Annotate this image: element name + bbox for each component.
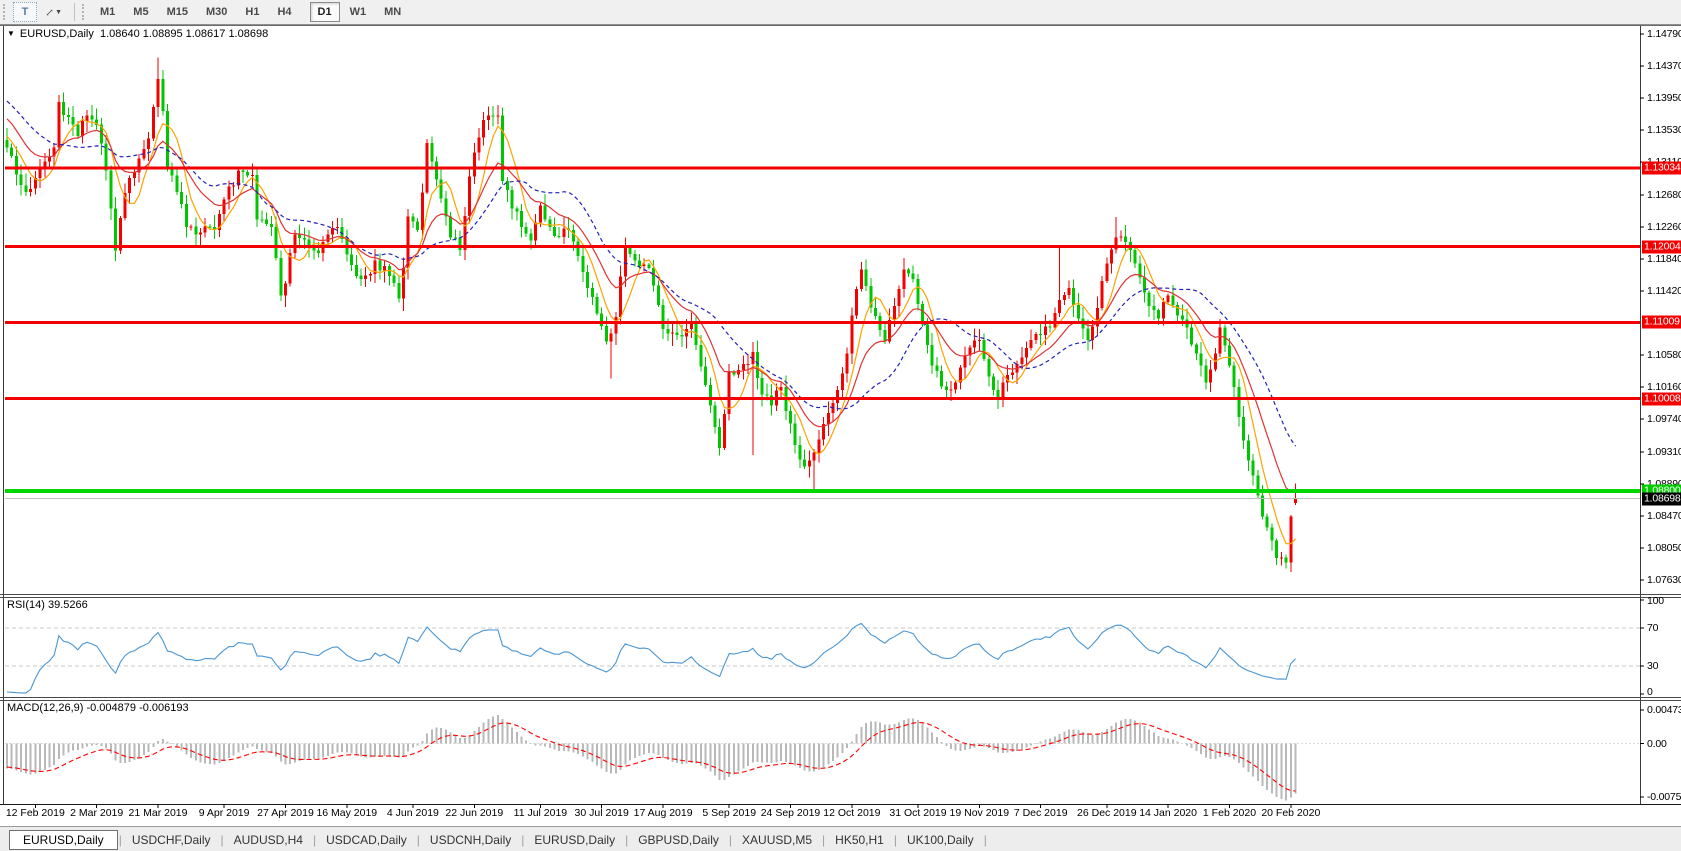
mt4-window: T ▼ M1 M5 M15 M30 H1 H4 D1 W1 MN ▼ EURUSD,Daily 1…	[0, 0, 1681, 851]
price-axis-label: 1.10580	[1647, 349, 1681, 362]
date-axis-label: 31 Oct 2019	[889, 807, 947, 819]
date-axis-label: 19 Nov 2019	[949, 807, 1010, 819]
macd-label: MACD(12,26,9) -0.004879 -0.006193	[7, 702, 189, 714]
price-axis-label: 1.13110	[1647, 156, 1681, 169]
date-axis-label: 24 Sep 2019	[760, 807, 821, 819]
date-axis-label: 2 Mar 2019	[70, 807, 124, 819]
text-tool-button[interactable]: T	[13, 2, 37, 22]
price-axis-label: 1.14790	[1647, 28, 1681, 40]
macd-axis-label: -0.00758	[1647, 791, 1681, 803]
price-axis-label: 1.12680	[1647, 188, 1681, 201]
timeframe-button-m5[interactable]: M5	[125, 2, 156, 22]
date-axis-label: 12 Feb 2019	[5, 807, 65, 819]
chart-tab[interactable]: UK100,Daily	[898, 832, 983, 848]
price-axis-label: 1.11420	[1647, 285, 1681, 297]
date-axis-label: 22 Jun 2019	[445, 807, 504, 819]
rsi-axis-label: 100	[1647, 595, 1664, 607]
resistance-price-label: 1.10008	[1642, 392, 1681, 406]
date-axis-label: 16 May 2019	[316, 807, 378, 819]
crosshair-tool-button[interactable]: ▼	[39, 2, 69, 22]
chart-tab[interactable]: USDCAD,Daily	[317, 832, 416, 848]
timeframe-button-h1[interactable]: H1	[237, 2, 267, 22]
diagonal-arrows-icon	[46, 9, 53, 15]
price-axis-label: 1.13530	[1647, 124, 1681, 137]
date-axis-label: 7 Dec 2019	[1013, 807, 1068, 819]
current-price-label: 1.08698	[1642, 492, 1681, 506]
axis-overlay: 1.14790 1.14370 1.13950 1.13530 1.13110 1.126…	[0, 0, 1681, 851]
tab-separator: |	[983, 832, 987, 847]
price-axis-label: 1.09310	[1647, 445, 1681, 458]
date-axis-label: 9 Apr 2019	[198, 807, 250, 819]
date-axis-label: 21 Mar 2019	[128, 807, 188, 819]
date-axis-label: 12 Oct 2019	[823, 807, 881, 819]
rsi-axis-label: 70	[1647, 622, 1659, 635]
price-axis-label: 1.07630	[1647, 574, 1681, 586]
timeframe-button-mn[interactable]: MN	[376, 2, 409, 22]
chart-tab[interactable]: AUDUSD,H4	[225, 832, 312, 848]
toolbar-separator	[74, 3, 75, 21]
price-axis-label: 1.11840	[1647, 253, 1681, 265]
chart-tab[interactable]: GBPUSD,Daily	[629, 832, 728, 848]
date-axis-label: 14 Jan 2020	[1139, 807, 1197, 819]
resistance-price-label: 1.13034	[1642, 161, 1681, 175]
chart-canvas[interactable]	[0, 0, 1681, 851]
resistance-price-label: 1.12004	[1642, 240, 1681, 253]
timeframe-button-h4[interactable]: H4	[269, 2, 299, 22]
date-axis-label: 17 Aug 2019	[633, 807, 693, 819]
chart-tab[interactable]: EURUSD,Daily	[525, 832, 624, 848]
timeframe-button-m1[interactable]: M1	[92, 2, 123, 22]
toolbar-grip[interactable]	[82, 4, 87, 20]
support-price-label: 1.08800	[1642, 484, 1681, 498]
macd-axis-label: 0.00	[1647, 737, 1667, 750]
rsi-axis-label: 0	[1647, 686, 1653, 698]
price-axis-label: 1.13950	[1647, 92, 1681, 105]
chart-caret-icon[interactable]: ▼	[7, 29, 15, 38]
date-axis-label: 30 Jul 2019	[574, 807, 629, 819]
chart-tab-active[interactable]: EURUSD,Daily	[9, 829, 118, 850]
date-axis-label: 20 Feb 2020	[1261, 807, 1321, 819]
resistance-price-label: 1.11009	[1642, 315, 1681, 329]
date-axis-label: 26 Dec 2019	[1077, 807, 1137, 819]
price-axis-label: 1.12260	[1647, 220, 1681, 233]
price-axis-label: 1.08050	[1647, 542, 1681, 554]
chart-tab[interactable]: XAUUSD,M5	[733, 832, 821, 848]
date-axis-label: 27 Apr 2019	[257, 807, 314, 819]
macd-axis-label: 0.004738	[1647, 704, 1681, 716]
chart-caption[interactable]: ▼ EURUSD,Daily 1.08640 1.08895 1.08617 1.…	[7, 28, 268, 40]
timeframe-button-group: M1 M5 M15 M30 H1 H4 D1 W1 MN	[91, 2, 418, 22]
rsi-axis-label: 30	[1647, 659, 1659, 672]
date-axis-label: 5 Sep 2019	[702, 807, 757, 819]
toolbar: T ▼ M1 M5 M15 M30 H1 H4 D1 W1 MN	[0, 0, 1681, 25]
timeframe-button-m15[interactable]: M15	[159, 2, 196, 22]
price-axis-label: 1.10160	[1647, 381, 1681, 394]
chart-tab[interactable]: USDCNH,Daily	[421, 832, 520, 848]
price-axis-label: 1.08890	[1647, 477, 1681, 490]
timeframe-button-d1[interactable]: D1	[309, 2, 340, 22]
date-axis-label: 4 Jun 2019	[386, 807, 439, 819]
timeframe-button-w1[interactable]: W1	[342, 2, 375, 22]
price-axis-label: 1.08470	[1647, 510, 1681, 522]
timeframe-button-m30[interactable]: M30	[198, 2, 235, 22]
chart-tab-bar: EURUSD,Daily | USDCHF,Daily | AUDUSD,H4 | USDC…	[0, 826, 1681, 851]
date-axis-label: 11 Jul 2019	[513, 807, 568, 819]
chart-caption-text: EURUSD,Daily 1.08640 1.08895 1.08617 1.0…	[19, 28, 269, 40]
date-axis-label: 1 Feb 2020	[1202, 807, 1257, 819]
dropdown-caret-icon: ▼	[55, 8, 62, 16]
toolbar-grip[interactable]	[3, 4, 8, 20]
price-axis-label: 1.14370	[1647, 60, 1681, 72]
price-axis-label: 1.09740	[1647, 413, 1681, 426]
rsi-label: RSI(14) 39.5266	[7, 599, 88, 611]
chart-tab[interactable]: USDCHF,Daily	[123, 832, 220, 848]
chart-tab[interactable]: HK50,H1	[826, 832, 893, 848]
